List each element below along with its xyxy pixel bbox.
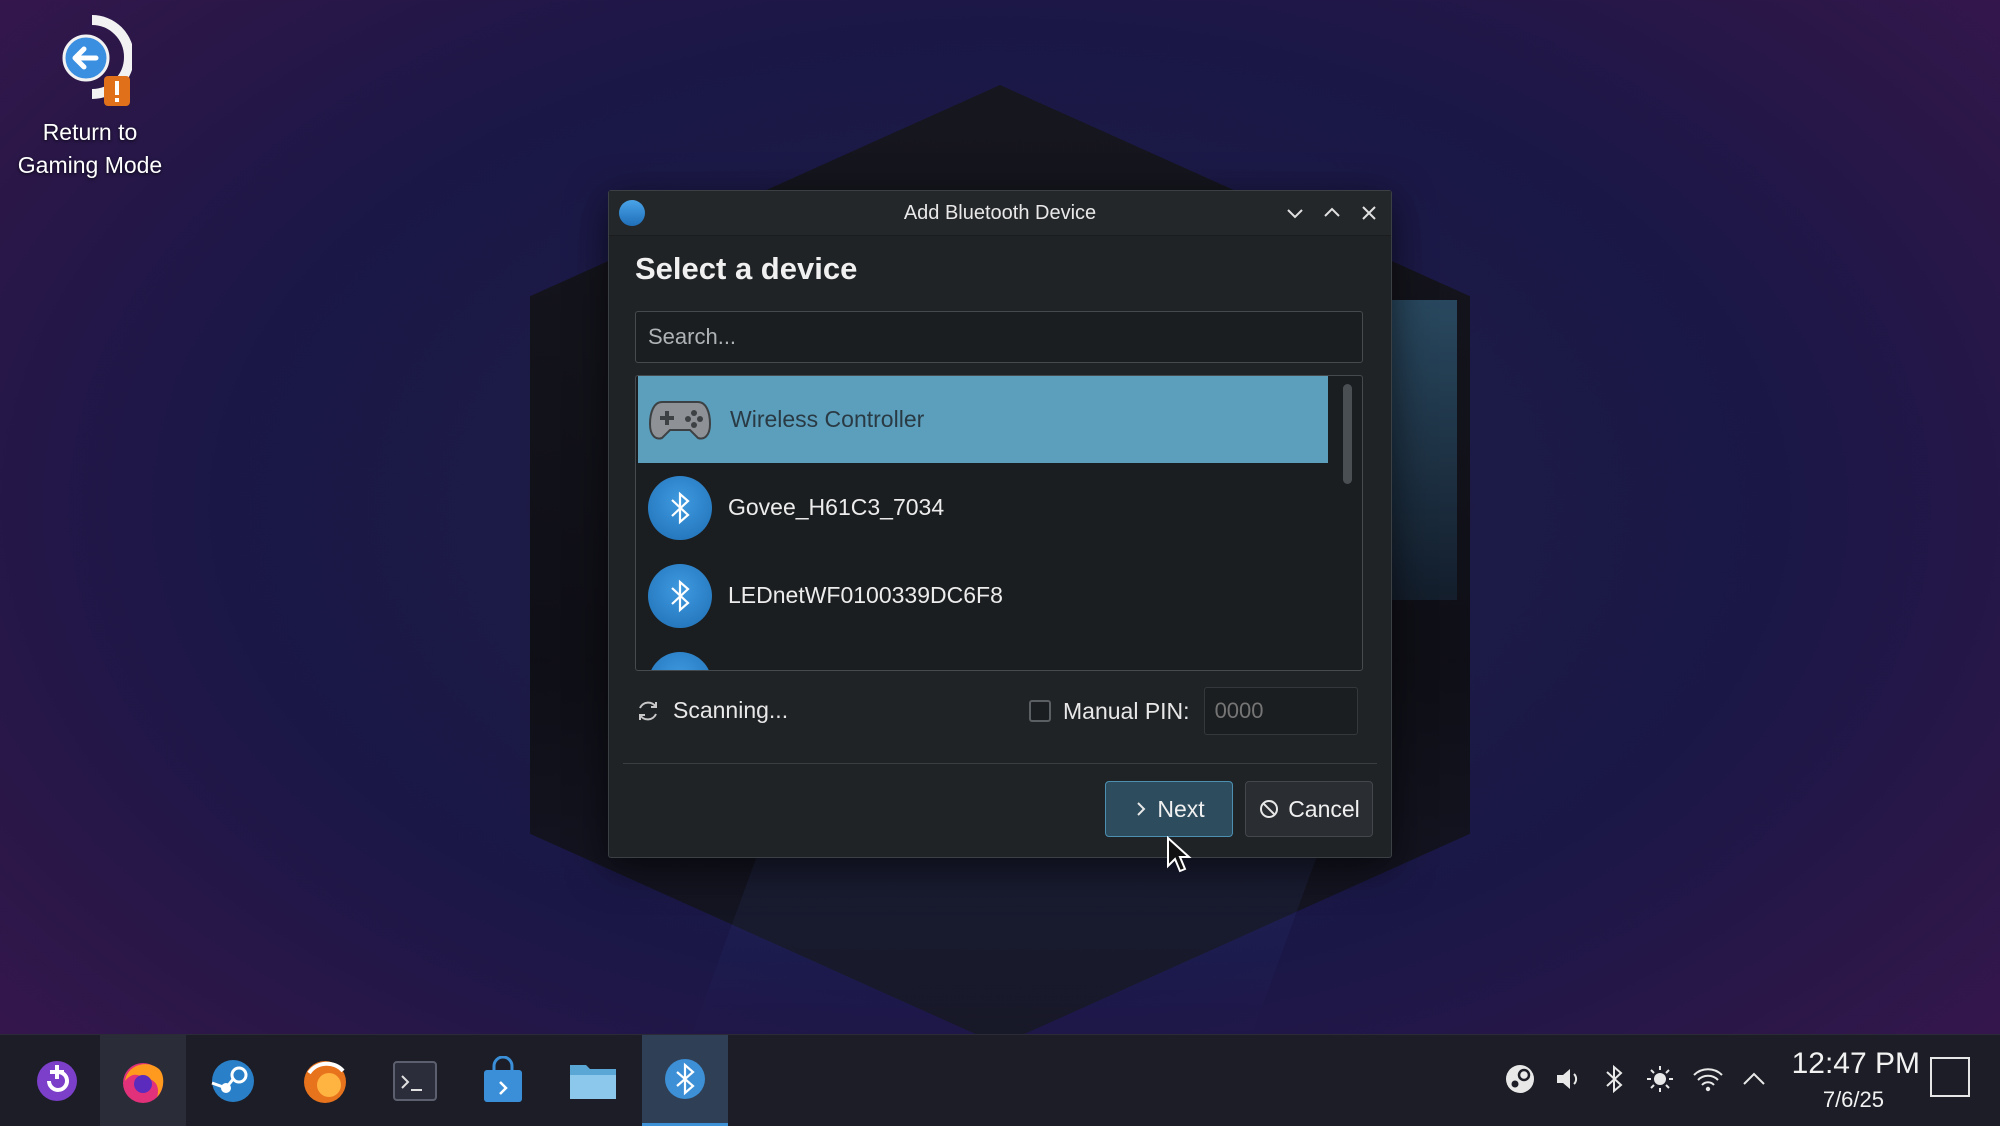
device-label: LEDnetWF0100339DC6F8 bbox=[728, 582, 1003, 608]
dialog-title: Add Bluetooth Device bbox=[903, 202, 1097, 224]
desktop-icon-label-line1: Return to bbox=[42, 119, 138, 145]
add-bluetooth-device-dialog: Add Bluetooth Device Select a device Wir bbox=[608, 190, 1392, 858]
return-arrow-icon bbox=[48, 14, 134, 114]
taskbar: 12:47 PM 7/6/25 bbox=[0, 1034, 2000, 1126]
maximize-button[interactable] bbox=[1318, 199, 1346, 227]
tray-wifi[interactable] bbox=[1690, 1061, 1726, 1097]
device-list: Wireless Controller Govee_H61C3_7034 LED… bbox=[635, 375, 1363, 671]
cancel-button[interactable]: Cancel bbox=[1245, 781, 1373, 837]
tray-expand[interactable] bbox=[1736, 1061, 1772, 1097]
brightness-icon bbox=[1647, 1066, 1673, 1092]
terminal-icon bbox=[393, 1060, 437, 1101]
chevron-up-icon bbox=[1743, 1072, 1765, 1085]
taskbar-file-manager[interactable] bbox=[550, 1035, 636, 1126]
bluetooth-icon bbox=[648, 563, 712, 628]
clock-time[interactable]: 12:47 PM bbox=[1770, 1047, 1920, 1081]
device-item-partial[interactable] bbox=[638, 640, 1328, 670]
tray-volume[interactable] bbox=[1550, 1061, 1586, 1097]
volume-icon bbox=[1557, 1069, 1578, 1089]
taskbar-discover[interactable] bbox=[14, 1035, 100, 1126]
next-button[interactable]: Next bbox=[1105, 781, 1233, 837]
tray-steam[interactable] bbox=[1502, 1061, 1538, 1097]
tray-bluetooth[interactable] bbox=[1596, 1061, 1632, 1097]
bluetooth-icon bbox=[665, 1059, 705, 1099]
device-item-wireless-controller[interactable]: Wireless Controller bbox=[638, 376, 1328, 463]
steam-icon bbox=[211, 1059, 254, 1102]
manual-pin-checkbox[interactable] bbox=[1029, 700, 1051, 722]
scanning-status: Scanning... bbox=[635, 697, 788, 724]
search-box bbox=[635, 311, 1363, 363]
desktop-icon-return-to-gaming-mode[interactable]: Return to Gaming Mode bbox=[6, 14, 174, 182]
file-manager-icon bbox=[570, 1064, 616, 1099]
chevron-up-icon bbox=[1324, 207, 1340, 217]
tray-brightness[interactable] bbox=[1642, 1061, 1678, 1097]
show-desktop-button[interactable] bbox=[1930, 1057, 1970, 1097]
scanning-label: Scanning... bbox=[673, 697, 789, 723]
minimize-button[interactable] bbox=[1281, 199, 1309, 227]
manual-pin-input[interactable] bbox=[1203, 687, 1358, 735]
dialog-titlebar[interactable]: Add Bluetooth Device bbox=[609, 191, 1391, 236]
device-item-lednet[interactable]: LEDnetWF0100339DC6F8 bbox=[638, 552, 1328, 639]
cancel-label: Cancel bbox=[1288, 795, 1360, 822]
device-label: Wireless Controller bbox=[730, 406, 925, 432]
mouse-cursor-icon bbox=[1167, 836, 1192, 873]
chevron-right-icon bbox=[1137, 802, 1146, 816]
manual-pin-area: Manual PIN: bbox=[1029, 687, 1358, 735]
taskbar-bluetooth-wizard[interactable] bbox=[642, 1035, 728, 1126]
next-label: Next bbox=[1157, 795, 1205, 822]
bluetooth-icon bbox=[648, 475, 712, 540]
desktop-icon-label-line2: Gaming Mode bbox=[17, 152, 163, 178]
taskbar-steam[interactable] bbox=[190, 1035, 276, 1126]
search-input[interactable] bbox=[636, 312, 1362, 362]
taskbar-app[interactable] bbox=[282, 1035, 368, 1126]
gamepad-icon bbox=[646, 388, 714, 452]
chevron-down-icon bbox=[1287, 209, 1303, 219]
close-icon bbox=[1362, 206, 1376, 220]
taskbar-firefox[interactable] bbox=[100, 1035, 186, 1126]
wifi-icon bbox=[1693, 1068, 1723, 1092]
app-icon bbox=[304, 1060, 346, 1103]
bluetooth-tray-icon bbox=[1606, 1064, 1623, 1094]
bluetooth-icon bbox=[648, 651, 712, 670]
separator bbox=[623, 763, 1377, 764]
clock-date[interactable]: 7/6/25 bbox=[1770, 1087, 1884, 1113]
manual-pin-label: Manual PIN: bbox=[1063, 697, 1190, 724]
discover-icon bbox=[37, 1060, 77, 1101]
cancel-icon bbox=[1260, 800, 1279, 818]
close-button[interactable] bbox=[1355, 199, 1383, 227]
steam-tray-icon bbox=[1506, 1065, 1534, 1093]
scrollbar-thumb[interactable] bbox=[1343, 384, 1352, 484]
device-label: Govee_H61C3_7034 bbox=[728, 494, 945, 520]
device-item-govee[interactable]: Govee_H61C3_7034 bbox=[638, 464, 1328, 551]
taskbar-terminal[interactable] bbox=[372, 1035, 458, 1126]
taskbar-store[interactable] bbox=[460, 1035, 546, 1126]
refresh-icon bbox=[639, 701, 657, 720]
dialog-heading: Select a device bbox=[635, 251, 858, 286]
store-icon bbox=[484, 1055, 522, 1102]
firefox-icon bbox=[123, 1062, 164, 1103]
